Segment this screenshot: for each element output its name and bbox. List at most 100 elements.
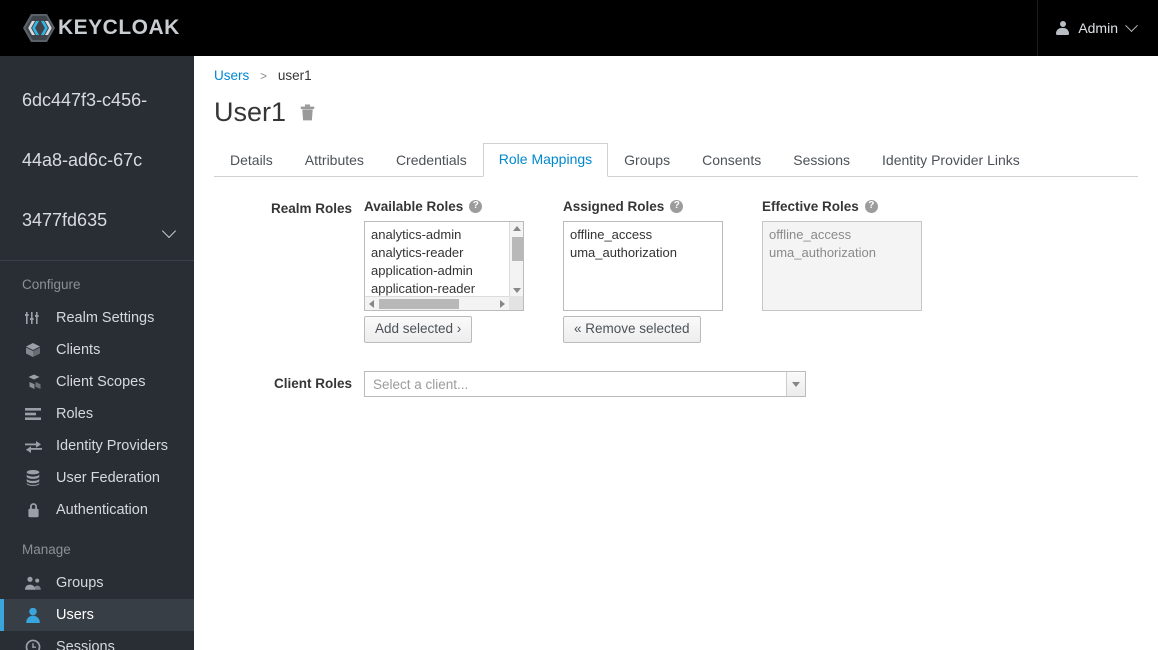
nav-section-configure-title: Configure [22, 277, 81, 292]
list-item[interactable]: offline_access [570, 226, 677, 244]
cube-icon [22, 341, 44, 359]
keycloak-admin-console: KEYCLOAK Admin 6dc447f3-c456-44a8-ad6c-6… [0, 0, 1158, 650]
list-item[interactable]: uma_authorization [570, 244, 677, 262]
assigned-roles-listbox[interactable]: offline_access uma_authorization [563, 221, 723, 311]
users-group-icon [22, 574, 44, 592]
breadcrumb-current: user1 [277, 68, 312, 83]
breadcrumb-separator: > [260, 69, 268, 83]
sidebar-item-authentication[interactable]: Authentication [0, 494, 194, 526]
sidebar-item-label: Groups [56, 575, 104, 591]
effective-roles-label: Effective Roles [762, 198, 859, 214]
user-icon [22, 606, 44, 624]
brand-name: KEYCLOAK [58, 16, 180, 39]
sidebar-item-label: Roles [56, 406, 94, 422]
list-item[interactable]: application-admin [371, 262, 475, 280]
lock-icon [22, 501, 44, 519]
sidebar-item-identity-providers[interactable]: Identity Providers [0, 430, 194, 462]
list-item: uma_authorization [769, 245, 876, 260]
sidebar-item-client-scopes[interactable]: Client Scopes [0, 366, 194, 398]
tab-details[interactable]: Details [214, 144, 289, 177]
trash-icon[interactable] [300, 104, 315, 121]
caret-down-icon[interactable] [786, 372, 805, 396]
tab-groups[interactable]: Groups [608, 144, 686, 177]
clock-icon [22, 638, 44, 650]
assigned-roles-label-row: Assigned Roles ? [563, 197, 723, 215]
effective-roles-label-row: Effective Roles ? [762, 197, 922, 215]
help-circle-icon[interactable]: ? [864, 199, 878, 213]
sidebar-item-groups[interactable]: Groups [0, 567, 194, 599]
sidebar-item-users[interactable]: Users [0, 599, 194, 631]
realm-roles-row: Realm Roles Available Roles ? analytics-… [194, 197, 1158, 343]
effective-roles-column: Effective Roles ? offline_access uma_aut… [762, 197, 922, 311]
sidebar-item-label: Sessions [56, 639, 115, 650]
sidebar-item-roles[interactable]: Roles [0, 398, 194, 430]
add-selected-button[interactable]: Add selected › [364, 316, 473, 343]
tab-credentials[interactable]: Credentials [380, 144, 483, 177]
client-roles-row: Client Roles Select a client... [194, 371, 1158, 397]
tab-bar: Details Attributes Credentials Role Mapp… [214, 143, 1138, 177]
list-item[interactable]: analytics-reader [371, 244, 475, 262]
admin-menu-button[interactable]: Admin [1056, 18, 1138, 36]
sidebar-item-label: Users [56, 607, 94, 623]
sidebar-item-label: Identity Providers [56, 438, 169, 454]
tab-role-mappings[interactable]: Role Mappings [482, 143, 609, 177]
realm-roles-label: Realm Roles [270, 201, 352, 216]
cubes-icon [22, 373, 44, 391]
sidebar-item-label: Clients [56, 342, 101, 358]
exchange-arrows-icon [22, 437, 44, 455]
sidebar-item-label: Realm Settings [56, 310, 155, 326]
realm-selector[interactable]: 6dc447f3-c456-44a8-ad6c-67c3477fd635 [0, 56, 194, 260]
scrollbar-corner [509, 296, 523, 310]
role-mappings-form: Realm Roles Available Roles ? analytics-… [194, 177, 1158, 397]
effective-roles-items: offline_access uma_authorization [763, 222, 876, 262]
vertical-scroll-thumb[interactable] [512, 237, 523, 261]
tab-attributes[interactable]: Attributes [289, 144, 380, 177]
breadcrumb-link-users[interactable]: Users [214, 68, 249, 83]
tab-sessions[interactable]: Sessions [777, 144, 866, 177]
assigned-roles-label: Assigned Roles [563, 198, 665, 214]
list-icon [22, 405, 44, 423]
breadcrumb: Users > user1 [194, 56, 1158, 83]
sidebar-item-label: Authentication [56, 502, 148, 518]
chevron-down-icon [1125, 18, 1138, 32]
main-content: Users > user1 User1 Details Attributes C… [194, 56, 1158, 650]
help-circle-icon[interactable]: ? [670, 199, 684, 213]
available-roles-column: Available Roles ? analytics-admin analyt… [364, 197, 524, 343]
tab-consents[interactable]: Consents [686, 144, 777, 177]
assigned-roles-items: offline_access uma_authorization [564, 222, 677, 262]
sidebar-item-realm-settings[interactable]: Realm Settings [0, 302, 194, 334]
tab-identity-provider-links[interactable]: Identity Provider Links [866, 144, 1036, 177]
list-item: offline_access [769, 227, 852, 242]
sidebar-item-clients[interactable]: Clients [0, 334, 194, 366]
horizontal-scrollbar[interactable] [365, 296, 523, 310]
assigned-roles-column: Assigned Roles ? offline_access uma_auth… [563, 197, 723, 343]
available-roles-items: analytics-admin analytics-reader applica… [365, 222, 475, 298]
page-title: User1 [214, 97, 287, 127]
sidebar: 6dc447f3-c456-44a8-ad6c-67c3477fd635 Con… [0, 56, 194, 650]
remove-selected-button[interactable]: « Remove selected [563, 316, 701, 343]
sliders-icon [22, 309, 44, 327]
client-roles-label: Client Roles [273, 376, 352, 391]
horizontal-scroll-thumb[interactable] [379, 299, 459, 309]
database-icon [22, 469, 44, 487]
scroll-left-arrow-icon[interactable] [365, 297, 378, 310]
keycloak-hexagon-logo-icon [22, 11, 56, 45]
list-item[interactable]: analytics-admin [371, 226, 475, 244]
available-roles-listbox[interactable]: analytics-admin analytics-reader applica… [364, 221, 524, 311]
realm-name: 6dc447f3-c456-44a8-ad6c-67c3477fd635 [22, 90, 148, 230]
available-roles-label-row: Available Roles ? [364, 197, 524, 215]
sidebar-item-sessions[interactable]: Sessions [0, 631, 194, 650]
sidebar-item-label: User Federation [56, 470, 160, 486]
help-circle-icon[interactable]: ? [469, 199, 483, 213]
brand-logo-area[interactable]: KEYCLOAK [22, 11, 180, 45]
scroll-right-arrow-icon[interactable] [496, 297, 509, 310]
nav-section-manage-title: Manage [22, 542, 71, 557]
effective-roles-listbox: offline_access uma_authorization [762, 221, 922, 311]
page-title-row: User1 [194, 83, 1158, 126]
user-icon [1056, 21, 1070, 35]
available-roles-label: Available Roles [364, 198, 464, 214]
client-select-placeholder: Select a client... [373, 376, 469, 392]
scroll-up-arrow-icon[interactable] [510, 222, 523, 235]
sidebar-item-user-federation[interactable]: User Federation [0, 462, 194, 494]
client-select[interactable]: Select a client... [364, 371, 806, 397]
